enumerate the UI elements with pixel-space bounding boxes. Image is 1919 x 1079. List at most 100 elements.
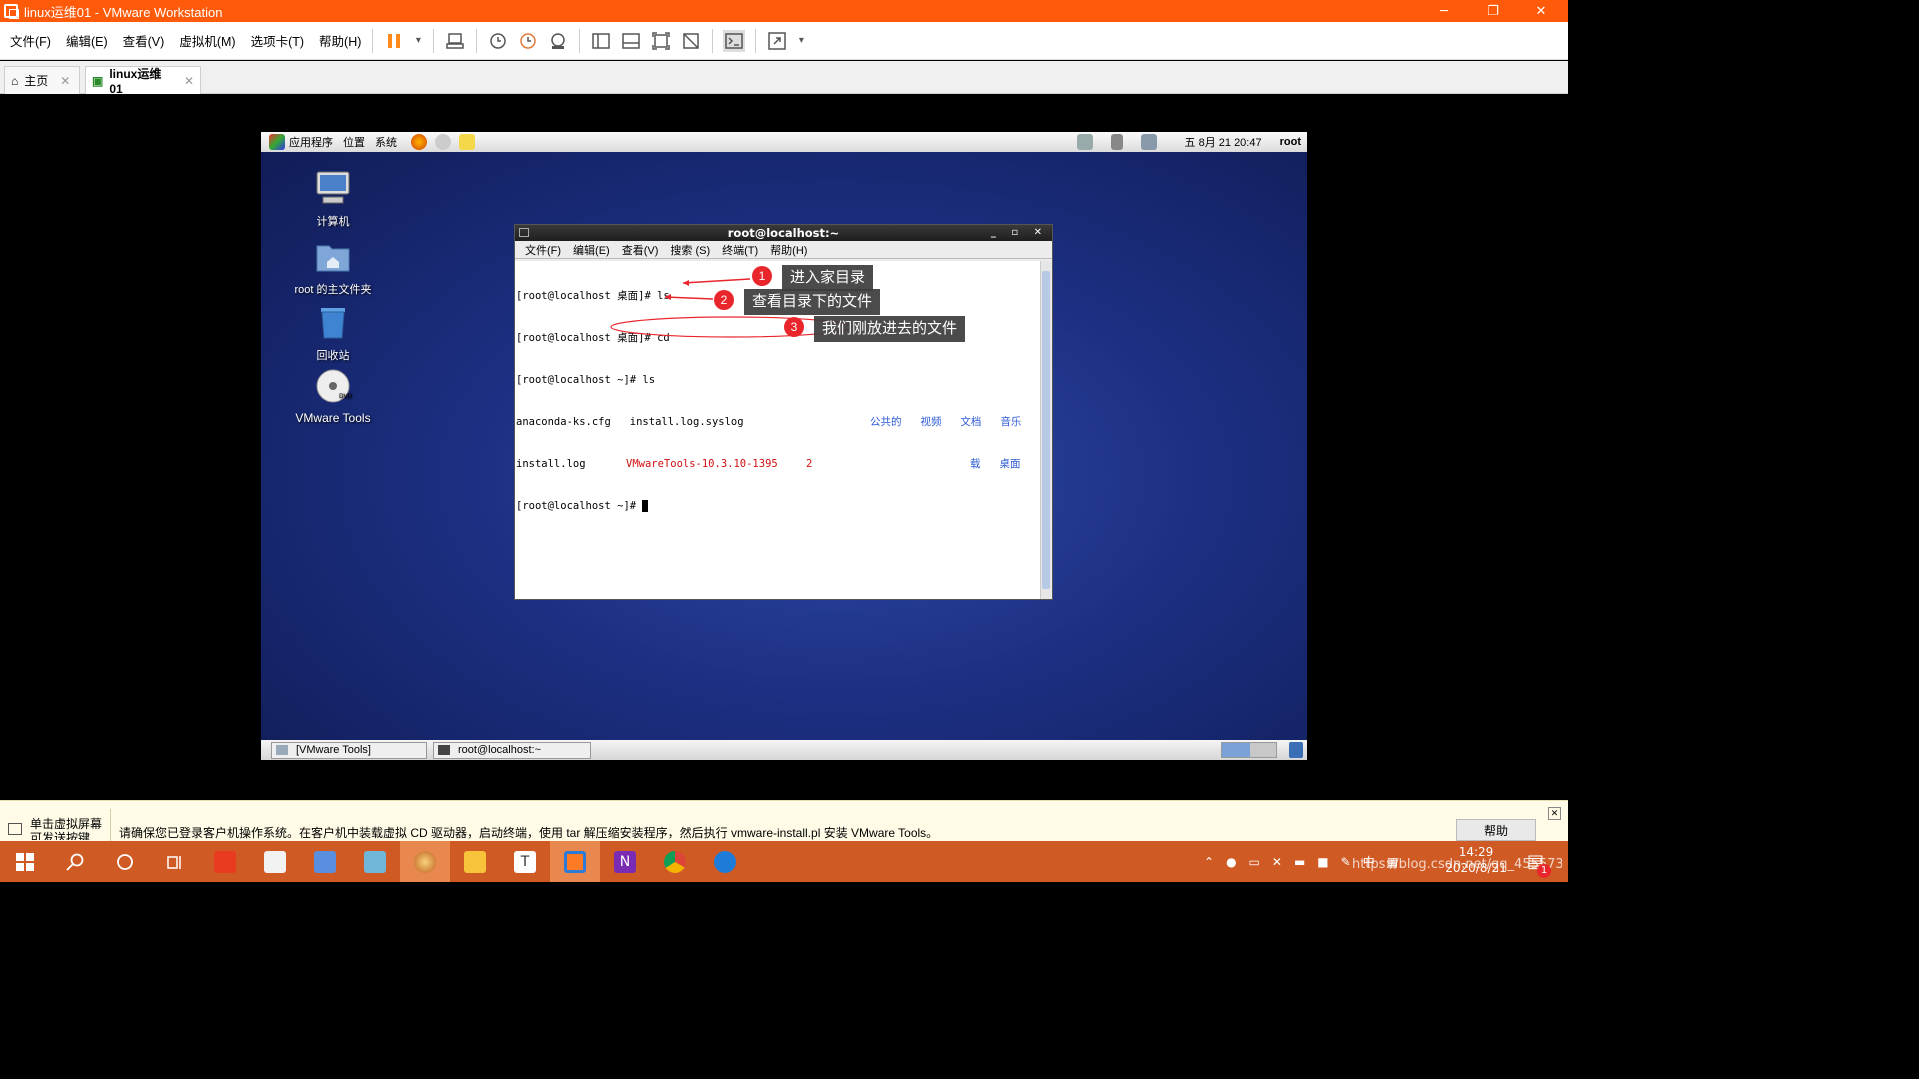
guest-menu-applications[interactable]: 应用程序 [289, 134, 333, 150]
usb-icon[interactable]: ■ [1317, 855, 1328, 869]
start-button[interactable] [0, 841, 50, 882]
guest-task-terminal[interactable]: root@localhost:~ [433, 741, 591, 759]
unity-icon[interactable] [680, 30, 702, 52]
callout-1-badge: 1 [752, 266, 772, 286]
vmware-app-icon [4, 4, 19, 19]
notepad-app-icon[interactable] [350, 841, 400, 882]
pause-icon[interactable] [383, 30, 405, 52]
battery-icon[interactable]: ▬ [1294, 855, 1305, 869]
onenote-app-icon[interactable]: N [600, 841, 650, 882]
edge-app-icon[interactable] [700, 841, 750, 882]
qq-icon[interactable]: ● [1226, 855, 1236, 869]
notification-badge: 1 [1537, 864, 1551, 878]
stretch-dropdown-icon[interactable]: ▾ [796, 30, 806, 52]
display-icon[interactable] [1140, 134, 1157, 150]
stretch-icon[interactable] [766, 30, 788, 52]
fullscreen-icon[interactable] [650, 30, 672, 52]
guest-menu-system[interactable]: 系统 [375, 134, 397, 150]
desktop-icon-computer[interactable]: 计算机 [288, 170, 378, 229]
office-app-icon[interactable] [200, 841, 250, 882]
infobar-help-button[interactable]: 帮助 [1456, 819, 1536, 841]
editor-app-icon[interactable] [250, 841, 300, 882]
callout-2: 查看目录下的文件 [744, 289, 881, 315]
notes-icon[interactable] [459, 134, 475, 150]
menu-tabs[interactable]: 选项卡(T) [251, 31, 304, 50]
terminal-title-bar[interactable]: root@localhost:~ _ ▫ ✕ [515, 225, 1052, 241]
menu-view[interactable]: 查看(V) [123, 31, 165, 50]
workspace-1[interactable] [1222, 743, 1250, 757]
paint-app-icon[interactable] [400, 841, 450, 882]
home-icon: ⌂ [11, 73, 19, 88]
terminal-menu-search[interactable]: 搜索 (S) [670, 242, 710, 258]
task-view-icon[interactable] [150, 841, 200, 882]
tab-bar: ⌂ 主页 ✕ ▣ linux运维01 ✕ [0, 61, 1568, 96]
network-tray-icon[interactable]: ▭ [1249, 855, 1260, 869]
desktop-icon-home[interactable]: root 的主文件夹 [288, 238, 378, 297]
trash-icon [321, 308, 345, 339]
minimize-button[interactable]: ─ [1421, 0, 1467, 22]
guest-trash-applet-icon[interactable] [1289, 742, 1303, 758]
guest-menu-places[interactable]: 位置 [343, 134, 365, 150]
library-view-icon[interactable] [590, 30, 612, 52]
pause-dropdown-icon[interactable]: ▾ [413, 30, 423, 52]
chrome-app-icon[interactable] [650, 841, 700, 882]
network-icon[interactable] [1076, 134, 1093, 150]
terminal-menu-file[interactable]: 文件(F) [525, 242, 561, 258]
volume-icon[interactable] [1110, 134, 1123, 150]
terminal-menu-view[interactable]: 查看(V) [622, 242, 659, 258]
search-icon[interactable] [50, 841, 100, 882]
guest-desktop[interactable]: 应用程序 位置 系统 五 8月 21 20:47 root 计算机 root 的… [261, 132, 1307, 760]
guest-user[interactable]: root [1280, 136, 1301, 148]
tab-linux01[interactable]: ▣ linux运维01 ✕ [85, 66, 201, 96]
mail-icon[interactable] [435, 134, 451, 150]
menu-vm[interactable]: 虚拟机(M) [179, 31, 235, 50]
typora-app-icon[interactable]: T [500, 841, 550, 882]
bird-app-icon[interactable] [300, 841, 350, 882]
vmware-info-bar: 单击虚拟屏幕 可发送按键 请确保您已登录客户机操作系统。在客户机中装载虚拟 CD… [0, 800, 1568, 841]
infobar-close-icon[interactable]: ✕ [1548, 807, 1561, 820]
guest-task-vmware-tools-label: [VMware Tools] [296, 744, 371, 756]
file-explorer-icon[interactable] [450, 841, 500, 882]
guest-taskbar: [VMware Tools] root@localhost:~ [261, 740, 1307, 760]
restore-button[interactable]: ❐ [1470, 0, 1516, 22]
snapshot-icon[interactable] [487, 30, 509, 52]
vm-icon: ▣ [92, 73, 104, 88]
console-view-icon[interactable] [723, 29, 746, 52]
terminal-menu-terminal[interactable]: 终端(T) [722, 242, 758, 258]
menu-edit[interactable]: 编辑(E) [66, 31, 108, 50]
pen-icon[interactable]: ✎ [1341, 855, 1351, 869]
menu-file[interactable]: 文件(F) [10, 31, 51, 50]
terminal-small-icon [438, 745, 450, 755]
menu-help[interactable]: 帮助(H) [319, 31, 361, 50]
terminal-prompt: [root@localhost ~]# [516, 500, 643, 512]
terminal-line: install.log VMwareTools-10.3.10-1395 2 载 桌面 [516, 457, 1041, 471]
firefox-icon[interactable] [411, 134, 427, 150]
scrollbar-thumb[interactable] [1042, 271, 1050, 589]
tab-linux01-close-icon[interactable]: ✕ [184, 74, 194, 88]
terminal-scrollbar[interactable] [1040, 261, 1051, 599]
terminal-window-buttons[interactable]: _ ▫ ✕ [991, 225, 1048, 241]
terminal-icon [519, 228, 529, 237]
callout-1: 进入家目录 [782, 265, 874, 291]
terminal-menu-edit[interactable]: 编辑(E) [573, 242, 610, 258]
terminal-vmwaretools-suffix: 2 [806, 458, 813, 470]
desktop-icon-trash[interactable]: 回收站 [288, 304, 378, 363]
vmware-taskbar-icon[interactable] [550, 841, 600, 882]
guest-task-vmware-tools[interactable]: [VMware Tools] [271, 741, 427, 759]
terminal-dirs-b: 载 桌面 [970, 458, 1021, 470]
revert-snapshot-icon[interactable] [517, 30, 539, 52]
dvd-label: DVD [339, 393, 353, 400]
tab-home[interactable]: ⌂ 主页 ✕ [4, 66, 80, 94]
terminal-menu-help[interactable]: 帮助(H) [770, 242, 807, 258]
tray-expand-icon[interactable]: ⌃ [1204, 855, 1214, 869]
guest-clock[interactable]: 五 8月 21 20:47 [1185, 134, 1262, 150]
thumbnail-view-icon[interactable] [620, 30, 642, 52]
cortana-icon[interactable] [100, 841, 150, 882]
tab-home-close-icon[interactable]: ✕ [60, 74, 70, 88]
desktop-icon-vmware-tools[interactable]: DVD VMware Tools [288, 368, 378, 425]
workspace-switcher[interactable] [1221, 742, 1277, 758]
send-ctrl-alt-del-icon[interactable] [444, 30, 466, 52]
close-button[interactable]: ✕ [1518, 0, 1564, 22]
volume-muted-icon[interactable]: ✕ [1272, 855, 1282, 869]
snapshot-manager-icon[interactable] [547, 30, 569, 52]
